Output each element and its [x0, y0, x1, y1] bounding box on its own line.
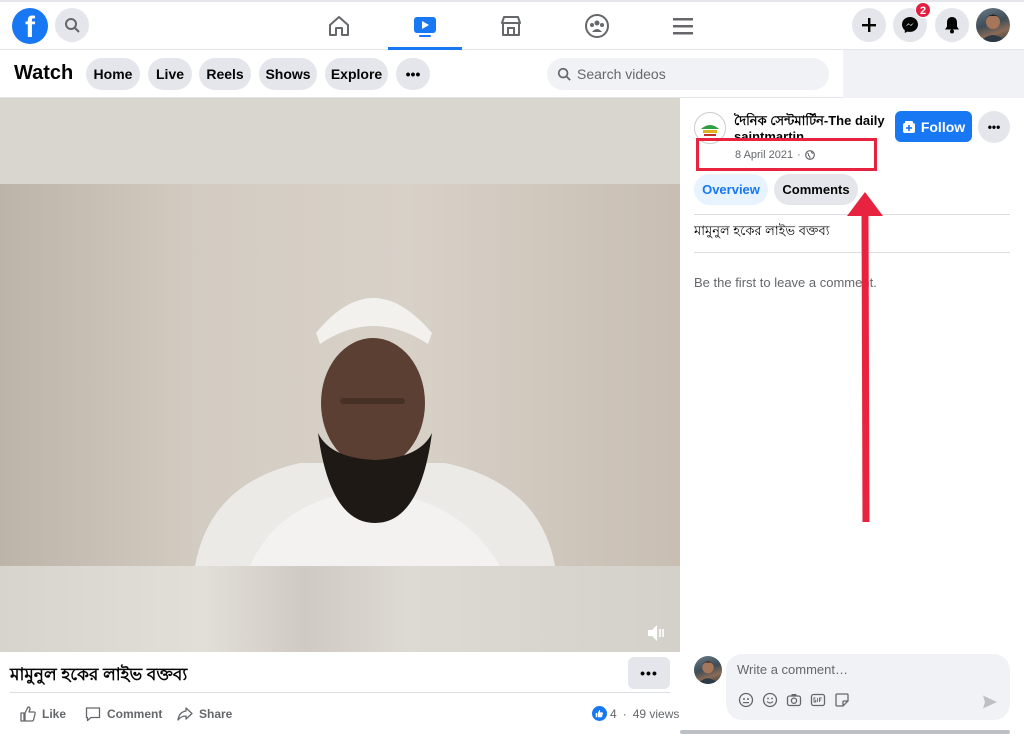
horizontal-scrollbar[interactable]: [680, 730, 1010, 734]
like-button[interactable]: Like: [20, 706, 66, 722]
search-icon: [65, 18, 80, 33]
hamburger-menu-icon: [673, 18, 693, 35]
follow-button[interactable]: Follow: [895, 111, 972, 142]
watch-header: Watch Home Live Reels Shows Explore ••• …: [0, 50, 843, 98]
red-annotation-arrow: [847, 192, 883, 522]
page-more-button[interactable]: •••: [978, 111, 1010, 143]
my-avatar: [694, 656, 722, 684]
video-details-panel: দৈনিক সেন্টমার্টিন-The daily saintmartin…: [680, 98, 1024, 742]
nav-groups[interactable]: [554, 2, 640, 50]
watch-more-button[interactable]: •••: [396, 58, 430, 90]
video-player[interactable]: [0, 98, 680, 652]
plus-icon: [862, 18, 876, 32]
sticker-icon[interactable]: [834, 692, 850, 708]
follow-label: Follow: [920, 118, 966, 135]
create-button[interactable]: [852, 8, 886, 42]
emoji-icon[interactable]: [762, 692, 778, 708]
highlighted-date: 8 April 2021 ·: [696, 138, 877, 171]
gif-icon[interactable]: [810, 692, 826, 708]
facebook-logo[interactable]: f: [12, 8, 48, 44]
marketplace-icon: [501, 16, 521, 36]
nav-menu[interactable]: [640, 2, 726, 50]
page-title: Watch: [14, 62, 74, 84]
post-date[interactable]: 8 April 2021: [735, 149, 793, 161]
comment-input[interactable]: Write a comment…: [726, 654, 1010, 720]
globe-icon: [804, 149, 815, 160]
divider: [10, 692, 670, 693]
user-photo-icon: [980, 14, 1006, 42]
nav-marketplace[interactable]: [468, 2, 554, 50]
tab-reels[interactable]: Reels: [199, 58, 251, 90]
view-count: 49 views: [632, 706, 680, 721]
search-videos-field[interactable]: Search videos: [547, 58, 829, 90]
video-description: মামুনুল হকের লাইভ বক্তব্য: [694, 223, 830, 238]
messenger-badge: 2: [915, 2, 931, 18]
main-nav: [296, 2, 726, 50]
tab-overview[interactable]: Overview: [694, 174, 768, 205]
comment-tools: [738, 692, 850, 708]
like-label: Like: [42, 707, 67, 721]
date-separator: ·: [797, 148, 801, 161]
top-navigation-bar: f 2: [0, 0, 1024, 50]
like-reaction-icon: [592, 706, 607, 721]
thumbs-up-icon: [20, 706, 36, 722]
video-info: মামুনুল হকের লাইভ বক্তব্য ••• Like Comme…: [0, 652, 680, 742]
send-icon[interactable]: [982, 694, 998, 710]
profile-avatar[interactable]: [976, 8, 1010, 42]
stat-separator: ·: [622, 706, 627, 721]
camera-icon[interactable]: [786, 692, 802, 708]
share-label: Share: [199, 707, 233, 721]
search-placeholder: Search videos: [577, 66, 666, 82]
comment-label: Comment: [107, 707, 163, 721]
nav-watch[interactable]: [382, 2, 468, 50]
search-button[interactable]: [55, 8, 89, 42]
home-icon: [329, 16, 349, 36]
comment-button[interactable]: Comment: [85, 706, 162, 722]
comment-icon: [85, 707, 101, 722]
nav-home[interactable]: [296, 2, 382, 50]
blurred-caption-area: [0, 566, 680, 652]
user-photo-icon: [697, 661, 719, 684]
messenger-icon: [902, 17, 918, 33]
tab-home[interactable]: Home: [86, 58, 140, 90]
messenger-button[interactable]: 2: [893, 2, 931, 42]
notifications-button[interactable]: [935, 8, 969, 42]
follow-page-icon: [902, 120, 915, 133]
search-icon: [557, 67, 571, 81]
watch-play-icon: [414, 17, 436, 37]
tab-explore[interactable]: Explore: [325, 58, 388, 90]
video-title: মামুনুল হকের লাইভ বক্তব্য: [10, 665, 188, 684]
comment-placeholder: Write a comment…: [737, 662, 849, 677]
share-icon: [177, 707, 193, 721]
bell-icon: [945, 17, 959, 34]
tab-shows[interactable]: Shows: [259, 58, 317, 90]
groups-icon: [585, 14, 609, 38]
muted-speaker-icon[interactable]: [645, 622, 667, 644]
video-stats: 4 · 49 views: [592, 706, 679, 721]
tab-live[interactable]: Live: [148, 58, 192, 90]
video-more-button[interactable]: •••: [628, 657, 670, 689]
reaction-count[interactable]: 4: [610, 707, 617, 721]
avatar-sticker-icon[interactable]: [738, 692, 754, 708]
share-button[interactable]: Share: [177, 706, 232, 722]
